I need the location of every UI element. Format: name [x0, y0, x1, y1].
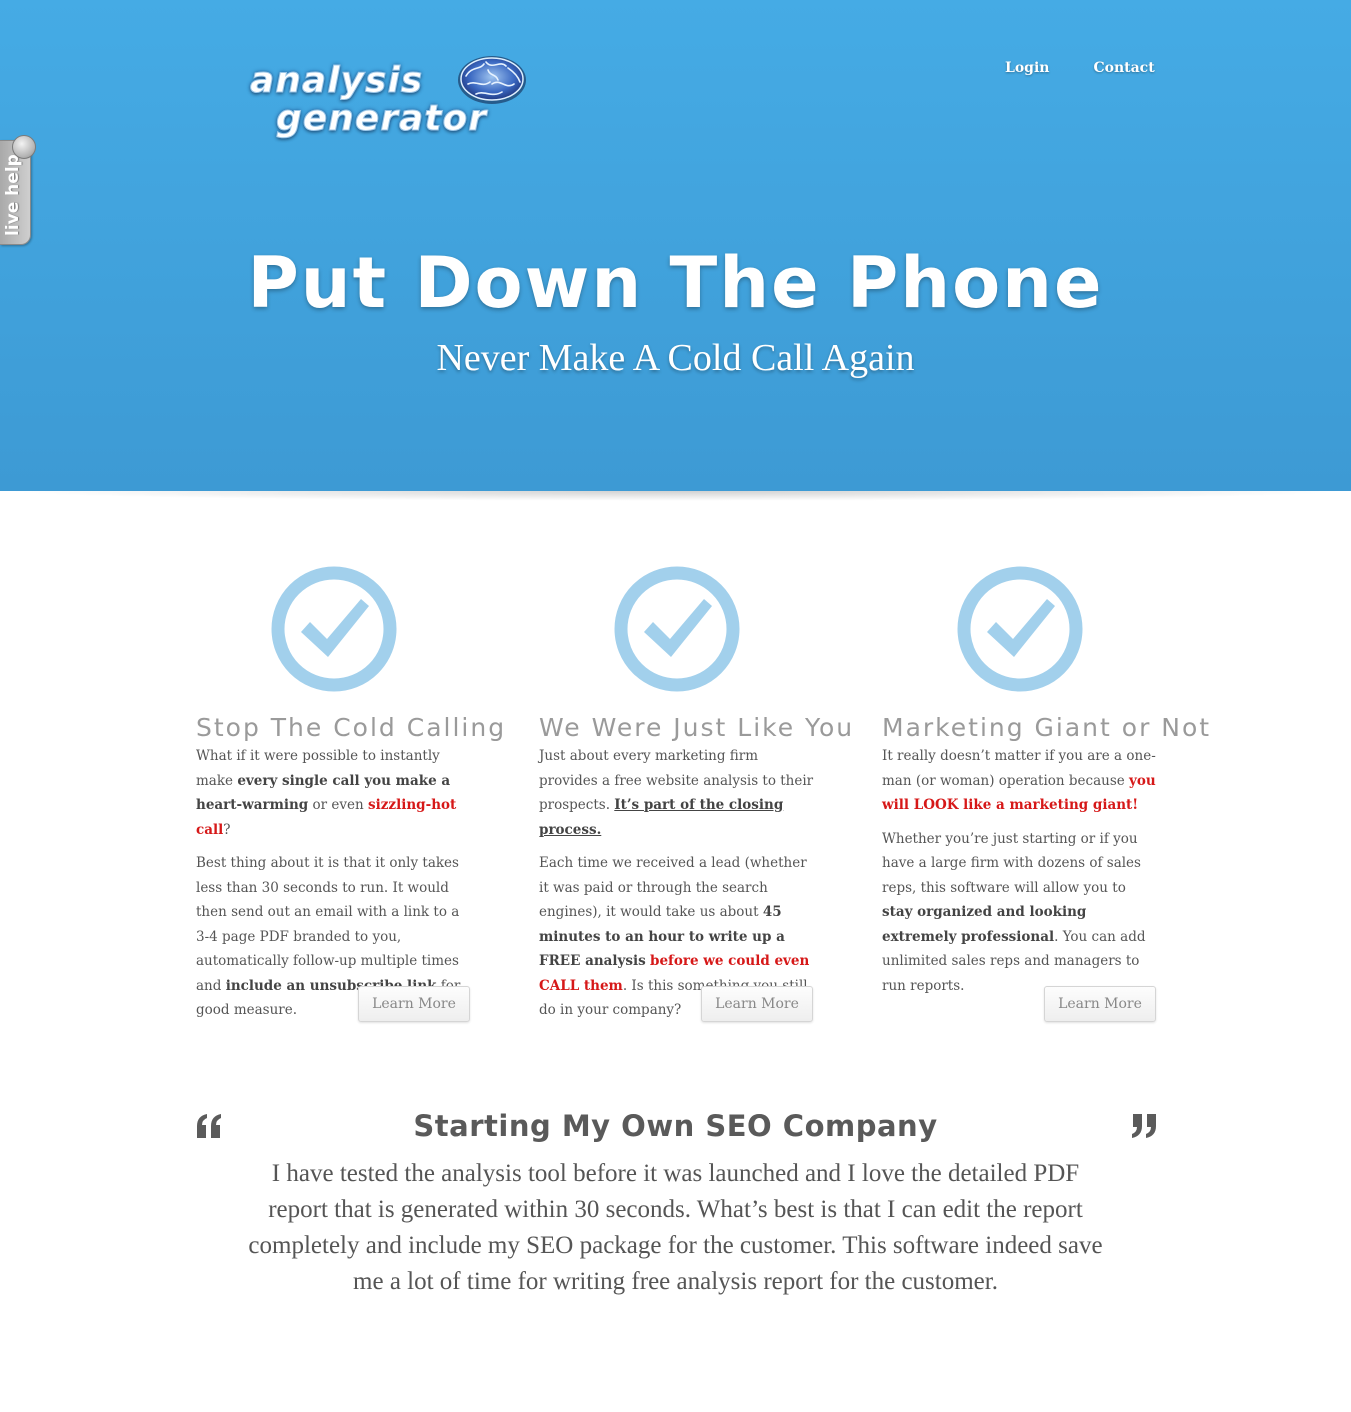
feature-text-1: What if it were possible to instantly ma…: [196, 748, 457, 838]
feature-title: We Were Just Like You: [539, 713, 855, 742]
close-quote-icon: [1132, 1114, 1156, 1138]
testimonial-text: I have tested the analysis tool before i…: [248, 1160, 1103, 1295]
feature-marketing-giant: Marketing Giant or Not It really doesn’t…: [882, 566, 1212, 998]
bold-text: stay organized and looking extremely pro…: [882, 904, 1087, 945]
hero-banner: analysis generator Login Contact Put Dow…: [0, 0, 1351, 491]
feature-text-2: Whether you’re just starting or if you h…: [882, 830, 1146, 994]
learn-more-button[interactable]: Learn More: [358, 986, 470, 1022]
live-help-label: live help: [3, 154, 23, 236]
feature-title: Stop The Cold Calling: [196, 713, 507, 742]
nav-login-link[interactable]: Login: [1005, 60, 1049, 76]
feature-stop-cold-calling: Stop The Cold Calling What if it were po…: [196, 566, 507, 1023]
brain-icon: [458, 56, 526, 104]
feature-just-like-you: We Were Just Like You Just about every m…: [539, 566, 855, 1023]
live-help-knob-icon[interactable]: [12, 135, 36, 159]
hero-subtitle: Never Make A Cold Call Again: [436, 337, 915, 379]
check-circle-icon: [614, 566, 740, 692]
feature-text-1: Just about every marketing firm provides…: [539, 748, 814, 838]
nav-contact-link[interactable]: Contact: [1093, 60, 1154, 76]
learn-more-button[interactable]: Learn More: [1044, 986, 1156, 1022]
feature-text-1: It really doesn’t matter if you are a on…: [882, 748, 1156, 814]
logo-text-line1: analysis: [249, 60, 424, 102]
hero-shadow: [0, 491, 1351, 501]
hero-title: Put Down The Phone: [247, 242, 1104, 324]
underlined-text: It’s part of the closing process.: [539, 797, 784, 838]
logo[interactable]: analysis generator: [246, 52, 531, 147]
feature-title: Marketing Giant or Not: [882, 713, 1212, 742]
learn-more-button[interactable]: Learn More: [701, 986, 813, 1022]
check-circle-icon: [957, 566, 1083, 692]
highlight-text: you will LOOK like a marketing giant!: [882, 772, 1156, 814]
check-circle-icon: [271, 566, 397, 692]
top-nav: Login Contact: [1005, 60, 1155, 76]
